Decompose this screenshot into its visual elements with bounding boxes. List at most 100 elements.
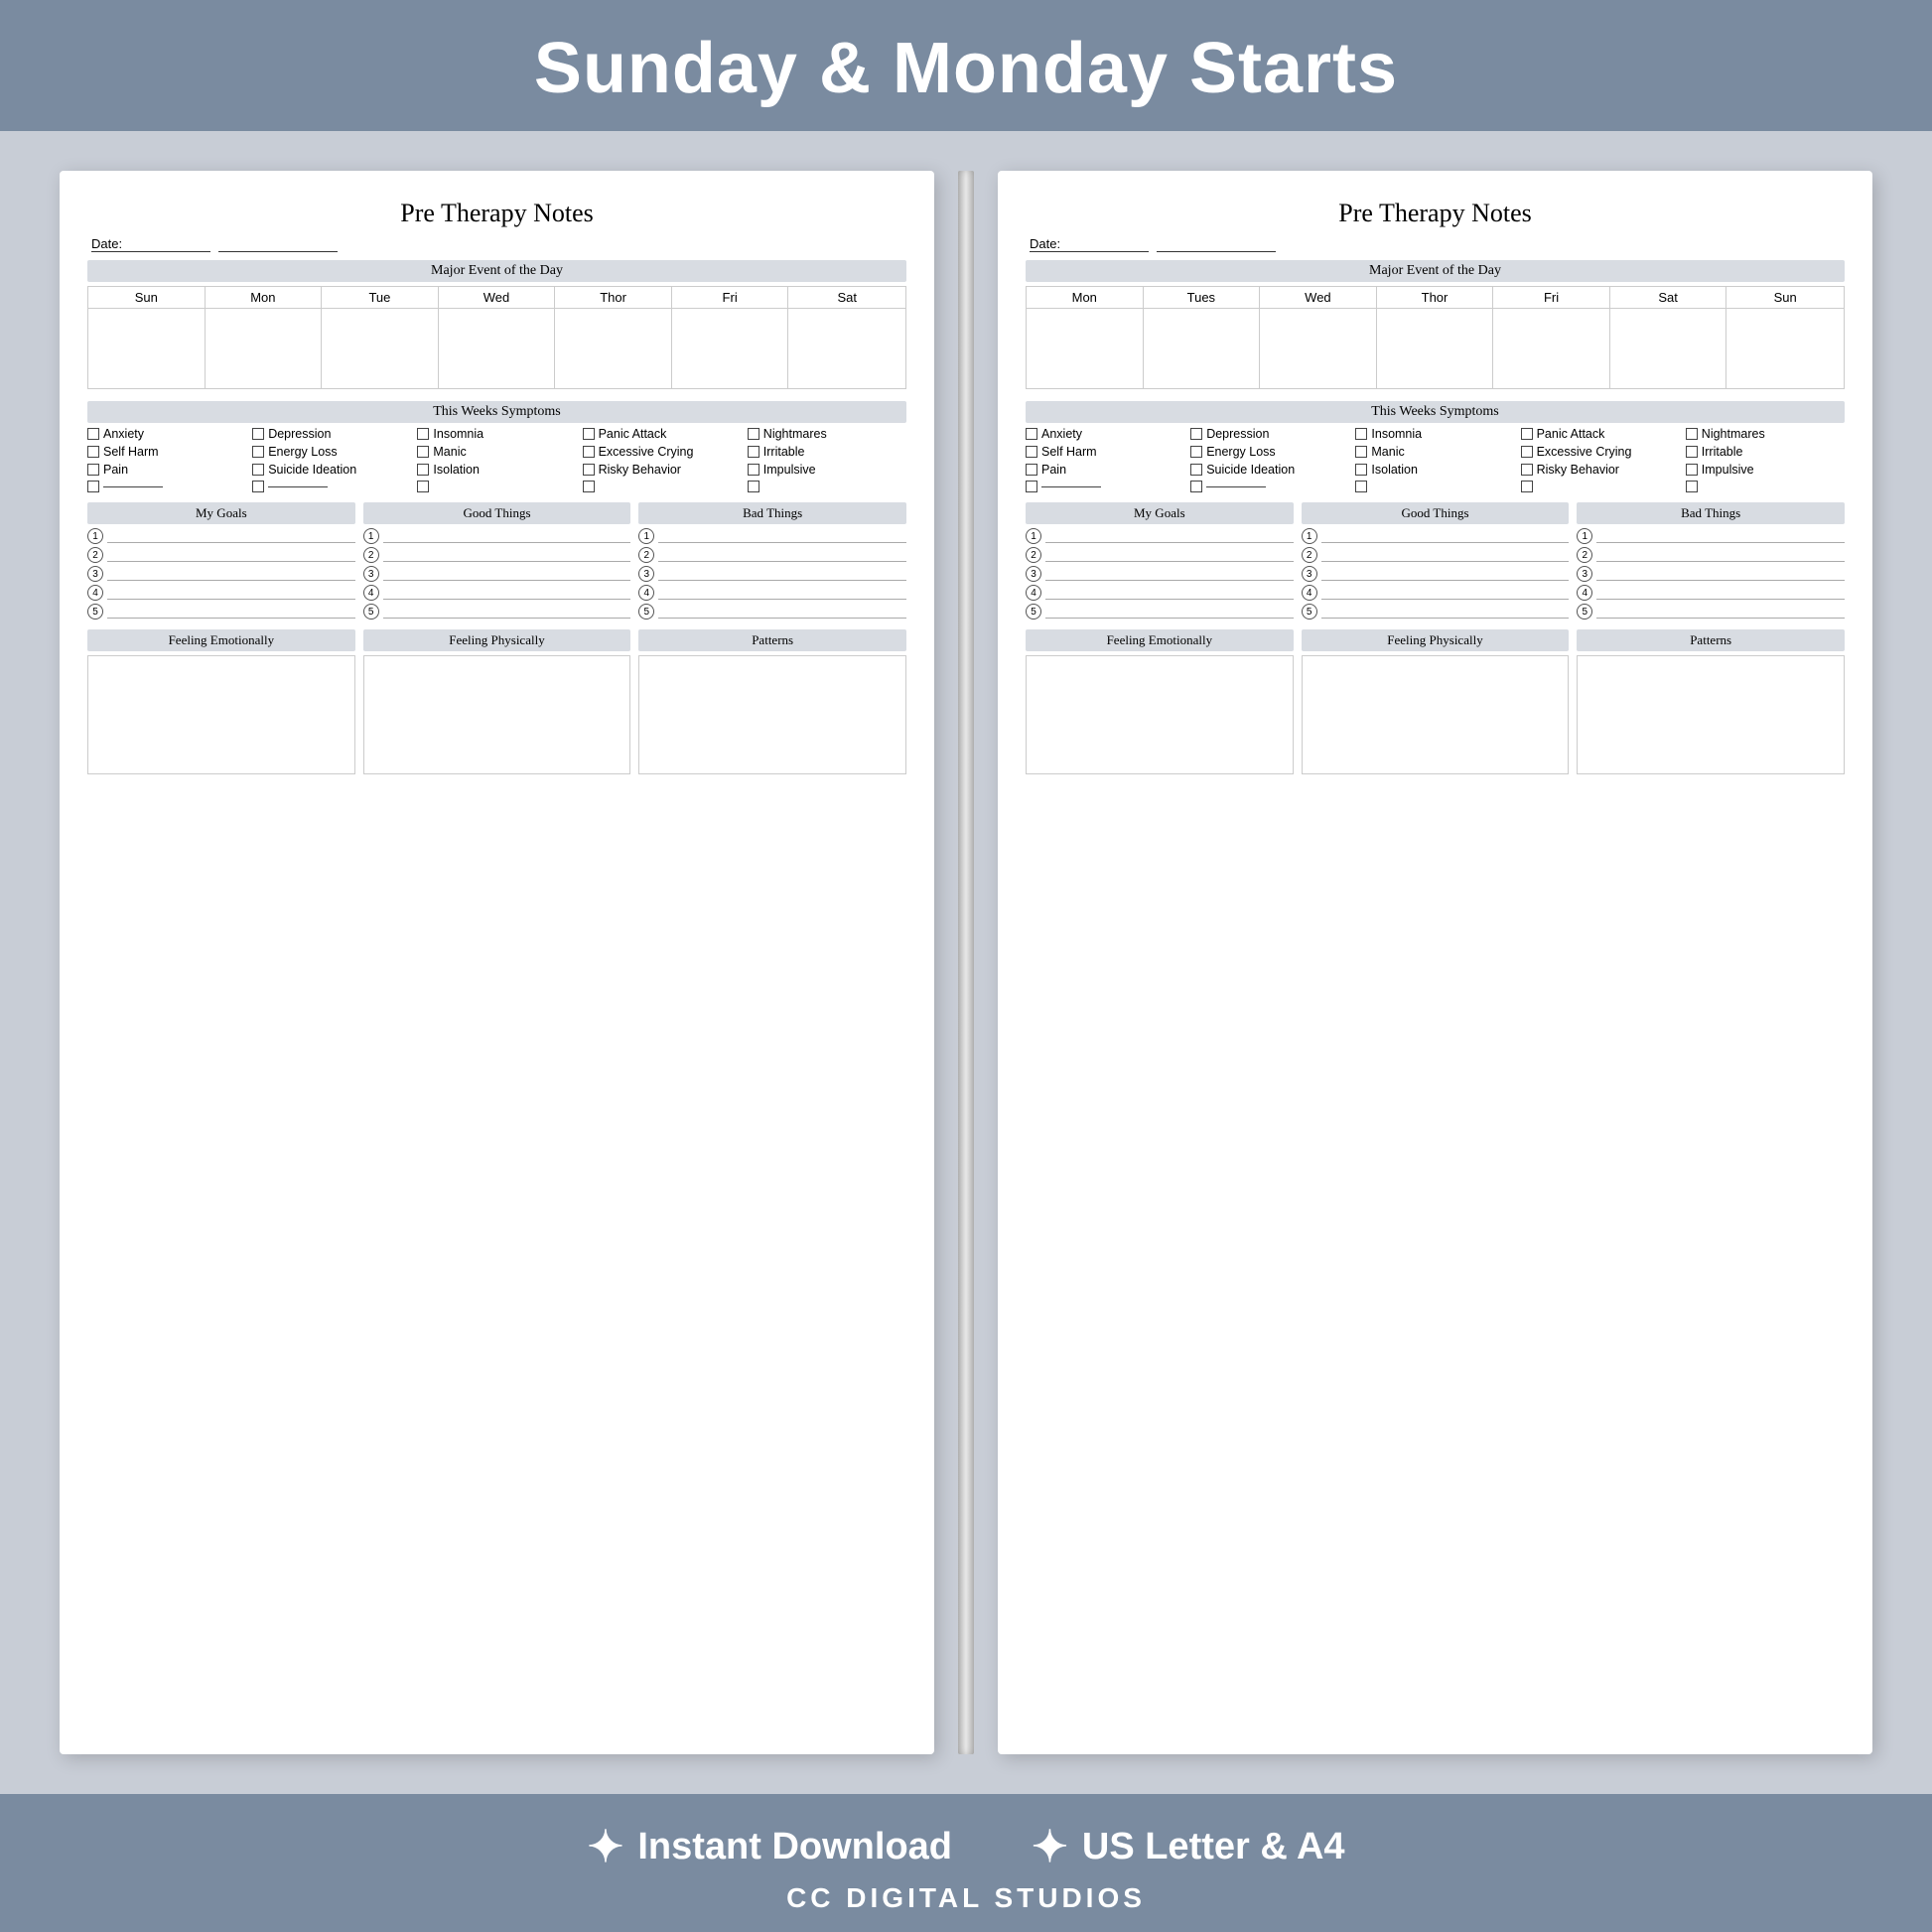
right-cb-blank5[interactable] bbox=[1686, 481, 1698, 492]
left-symptom-depression: Depression bbox=[252, 427, 411, 441]
right-cb-anxiety[interactable] bbox=[1026, 428, 1037, 440]
right-cb-blank1[interactable] bbox=[1026, 481, 1037, 492]
left-feeling-physical-box[interactable] bbox=[363, 655, 631, 774]
left-cell-fri[interactable] bbox=[672, 309, 789, 388]
left-cb-excessivecrying[interactable] bbox=[583, 446, 595, 458]
right-cb-impulsive[interactable] bbox=[1686, 464, 1698, 476]
right-cb-irritable[interactable] bbox=[1686, 446, 1698, 458]
left-cb-blank4[interactable] bbox=[583, 481, 595, 492]
left-patterns-box[interactable] bbox=[638, 655, 906, 774]
left-good-4: 4 bbox=[363, 585, 631, 601]
right-cb-blank2[interactable] bbox=[1190, 481, 1202, 492]
left-symptom-riskybehavior: Risky Behavior bbox=[583, 463, 742, 477]
left-cell-thor[interactable] bbox=[555, 309, 672, 388]
right-bottom-section: Feeling Emotionally Feeling Physically P… bbox=[1026, 629, 1845, 1726]
left-cb-riskybehavior[interactable] bbox=[583, 464, 595, 476]
left-cb-energyloss[interactable] bbox=[252, 446, 264, 458]
left-cb-anxiety[interactable] bbox=[87, 428, 99, 440]
left-cb-manic[interactable] bbox=[417, 446, 429, 458]
left-cell-sat[interactable] bbox=[788, 309, 905, 388]
left-cb-impulsive[interactable] bbox=[748, 464, 759, 476]
right-cb-depression[interactable] bbox=[1190, 428, 1202, 440]
left-goal-2: 2 bbox=[87, 547, 355, 563]
left-symptom-suicideideation: Suicide Ideation bbox=[252, 463, 411, 477]
right-bad-3: 3 bbox=[1577, 566, 1845, 582]
left-page-title: Pre Therapy Notes bbox=[87, 199, 906, 228]
right-cb-excessivecrying[interactable] bbox=[1521, 446, 1533, 458]
right-feeling-physical-box[interactable] bbox=[1302, 655, 1570, 774]
left-symptom-anxiety: Anxiety bbox=[87, 427, 246, 441]
right-cell-mon[interactable] bbox=[1027, 309, 1144, 388]
left-cell-mon[interactable] bbox=[206, 309, 323, 388]
right-good-label: Good Things bbox=[1302, 502, 1570, 524]
right-cb-energyloss[interactable] bbox=[1190, 446, 1202, 458]
right-patterns-box[interactable] bbox=[1577, 655, 1845, 774]
right-cb-suicideideation[interactable] bbox=[1190, 464, 1202, 476]
left-symptoms-label: This Weeks Symptoms bbox=[87, 401, 906, 423]
left-symptoms-section: This Weeks Symptoms Anxiety Depression I… bbox=[87, 401, 906, 492]
footer-badges: ✦ Instant Download ✦ US Letter & A4 bbox=[0, 1822, 1932, 1872]
right-cb-blank3[interactable] bbox=[1355, 481, 1367, 492]
right-cb-riskybehavior[interactable] bbox=[1521, 464, 1533, 476]
right-cb-isolation[interactable] bbox=[1355, 464, 1367, 476]
left-cb-irritable[interactable] bbox=[748, 446, 759, 458]
right-cb-manic[interactable] bbox=[1355, 446, 1367, 458]
left-cb-pain[interactable] bbox=[87, 464, 99, 476]
left-goals: My Goals 1 2 3 4 5 bbox=[87, 502, 355, 620]
left-major-event-label: Major Event of the Day bbox=[87, 260, 906, 282]
right-cb-selfharm[interactable] bbox=[1026, 446, 1037, 458]
left-cell-sun[interactable] bbox=[88, 309, 206, 388]
right-symptom-panic: Panic Attack bbox=[1521, 427, 1680, 441]
left-goals-list: 1 2 3 4 5 bbox=[87, 528, 355, 620]
left-feeling-emotional: Feeling Emotionally bbox=[87, 629, 355, 1726]
left-symptom-blank4 bbox=[583, 481, 742, 492]
right-symptom-suicideideation: Suicide Ideation bbox=[1190, 463, 1349, 477]
left-cb-suicideideation[interactable] bbox=[252, 464, 264, 476]
left-days-grid: Sun Mon Tue Wed Thor Fri Sat bbox=[87, 286, 906, 389]
right-cell-thor[interactable] bbox=[1377, 309, 1494, 388]
left-symptom-pain: Pain bbox=[87, 463, 246, 477]
left-cb-blank1[interactable] bbox=[87, 481, 99, 492]
left-cb-blank3[interactable] bbox=[417, 481, 429, 492]
right-good-1: 1 bbox=[1302, 528, 1570, 544]
left-cell-wed[interactable] bbox=[439, 309, 556, 388]
left-cb-insomnia[interactable] bbox=[417, 428, 429, 440]
right-cb-blank4[interactable] bbox=[1521, 481, 1533, 492]
right-cell-sat[interactable] bbox=[1610, 309, 1727, 388]
right-symptoms-label: This Weeks Symptoms bbox=[1026, 401, 1845, 423]
right-date-value[interactable] bbox=[1157, 236, 1276, 252]
right-cb-pain[interactable] bbox=[1026, 464, 1037, 476]
footer: ✦ Instant Download ✦ US Letter & A4 CC D… bbox=[0, 1794, 1932, 1932]
left-cb-panic[interactable] bbox=[583, 428, 595, 440]
right-cell-wed[interactable] bbox=[1260, 309, 1377, 388]
right-goals-section: My Goals 1 2 3 4 5 Good Things 1 2 3 4 5 bbox=[1026, 502, 1845, 620]
left-cb-depression[interactable] bbox=[252, 428, 264, 440]
right-cell-tues[interactable] bbox=[1144, 309, 1261, 388]
right-bad-label: Bad Things bbox=[1577, 502, 1845, 524]
left-date-value[interactable] bbox=[218, 236, 338, 252]
left-day-tue: Tue bbox=[322, 287, 439, 308]
left-day-thor: Thor bbox=[555, 287, 672, 308]
left-cell-tue[interactable] bbox=[322, 309, 439, 388]
left-cb-nightmares[interactable] bbox=[748, 428, 759, 440]
left-goal-4: 4 bbox=[87, 585, 355, 601]
left-cb-selfharm[interactable] bbox=[87, 446, 99, 458]
left-feeling-physical-label: Feeling Physically bbox=[363, 629, 631, 651]
left-cb-blank2[interactable] bbox=[252, 481, 264, 492]
right-feeling-emotional-box[interactable] bbox=[1026, 655, 1294, 774]
right-symptom-nightmares: Nightmares bbox=[1686, 427, 1845, 441]
right-cell-sun[interactable] bbox=[1726, 309, 1844, 388]
left-bad-4: 4 bbox=[638, 585, 906, 601]
right-cb-nightmares[interactable] bbox=[1686, 428, 1698, 440]
left-cb-blank5[interactable] bbox=[748, 481, 759, 492]
right-page: Pre Therapy Notes Date: Major Event of t… bbox=[998, 171, 1872, 1754]
right-day-mon: Mon bbox=[1027, 287, 1144, 308]
right-cb-panic[interactable] bbox=[1521, 428, 1533, 440]
right-symptoms-section: This Weeks Symptoms Anxiety Depression I… bbox=[1026, 401, 1845, 492]
page-divider bbox=[958, 171, 974, 1754]
right-cb-insomnia[interactable] bbox=[1355, 428, 1367, 440]
left-feeling-emotional-box[interactable] bbox=[87, 655, 355, 774]
left-bad-list: 1 2 3 4 5 bbox=[638, 528, 906, 620]
right-cell-fri[interactable] bbox=[1493, 309, 1610, 388]
left-cb-isolation[interactable] bbox=[417, 464, 429, 476]
